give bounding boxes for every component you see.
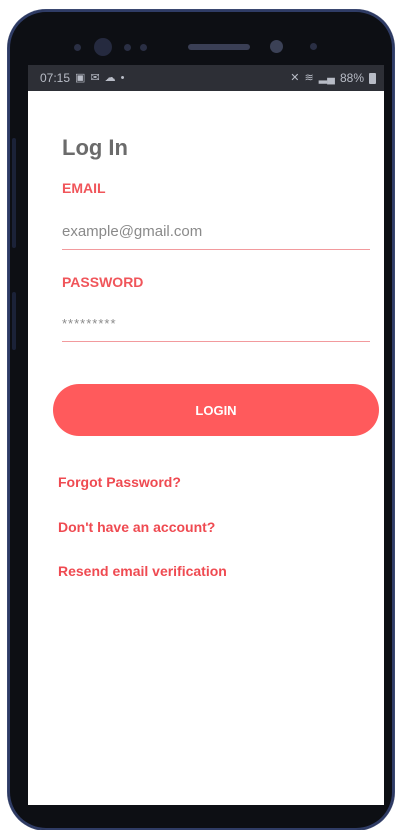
signup-link[interactable]: Don't have an account? — [58, 519, 215, 535]
login-button[interactable]: LOGIN — [53, 384, 379, 436]
email-field[interactable] — [62, 213, 370, 250]
wifi-icon: ≋ — [304, 71, 314, 84]
battery-icon — [369, 72, 376, 84]
cloud-icon: ☁ — [104, 71, 116, 84]
notification-dot-icon: • — [120, 71, 125, 84]
mail-icon: ✉ — [90, 71, 100, 84]
password-field[interactable] — [62, 305, 370, 342]
forgot-password-link[interactable]: Forgot Password? — [58, 474, 181, 490]
status-time: 07:15 — [40, 71, 71, 85]
login-form: Log In EMAIL PASSWORD LOGIN Forgot Passw… — [28, 91, 384, 805]
status-bar-left: 07:15 ▣ ✉ ☁ • — [40, 71, 125, 85]
sensor-icon — [74, 44, 81, 51]
battery-percent: 88% — [339, 71, 364, 85]
page: 07:15 ▣ ✉ ☁ • ✕ ≋ ▂▄ 88% Log In EMAIL ex… — [0, 0, 395, 830]
side-button-bixby — [12, 292, 16, 350]
sensor-icon — [124, 44, 131, 51]
earpiece-speaker — [188, 44, 250, 50]
page-title: Log In — [62, 135, 128, 160]
status-bar-right: ✕ ≋ ▂▄ 88% — [290, 71, 376, 85]
mute-icon: ✕ — [290, 71, 300, 84]
email-label: EMAIL — [62, 180, 106, 196]
sensor-icon — [140, 44, 147, 51]
password-label: PASSWORD — [62, 274, 144, 290]
signal-icon: ▂▄ — [318, 71, 335, 84]
gallery-icon: ▣ — [75, 71, 86, 84]
top-bezel — [8, 10, 394, 65]
iris-camera-icon — [270, 40, 283, 53]
status-bar: 07:15 ▣ ✉ ☁ • ✕ ≋ ▂▄ 88% — [28, 65, 384, 91]
front-camera-icon — [94, 38, 112, 56]
resend-verification-link[interactable]: Resend email verification — [58, 563, 227, 579]
side-button-volume — [12, 138, 16, 248]
sensor-icon — [310, 43, 317, 50]
phone-frame: 07:15 ▣ ✉ ☁ • ✕ ≋ ▂▄ 88% Log In EMAIL ex… — [8, 10, 394, 830]
phone-screen: 07:15 ▣ ✉ ☁ • ✕ ≋ ▂▄ 88% Log In EMAIL ex… — [28, 65, 384, 805]
